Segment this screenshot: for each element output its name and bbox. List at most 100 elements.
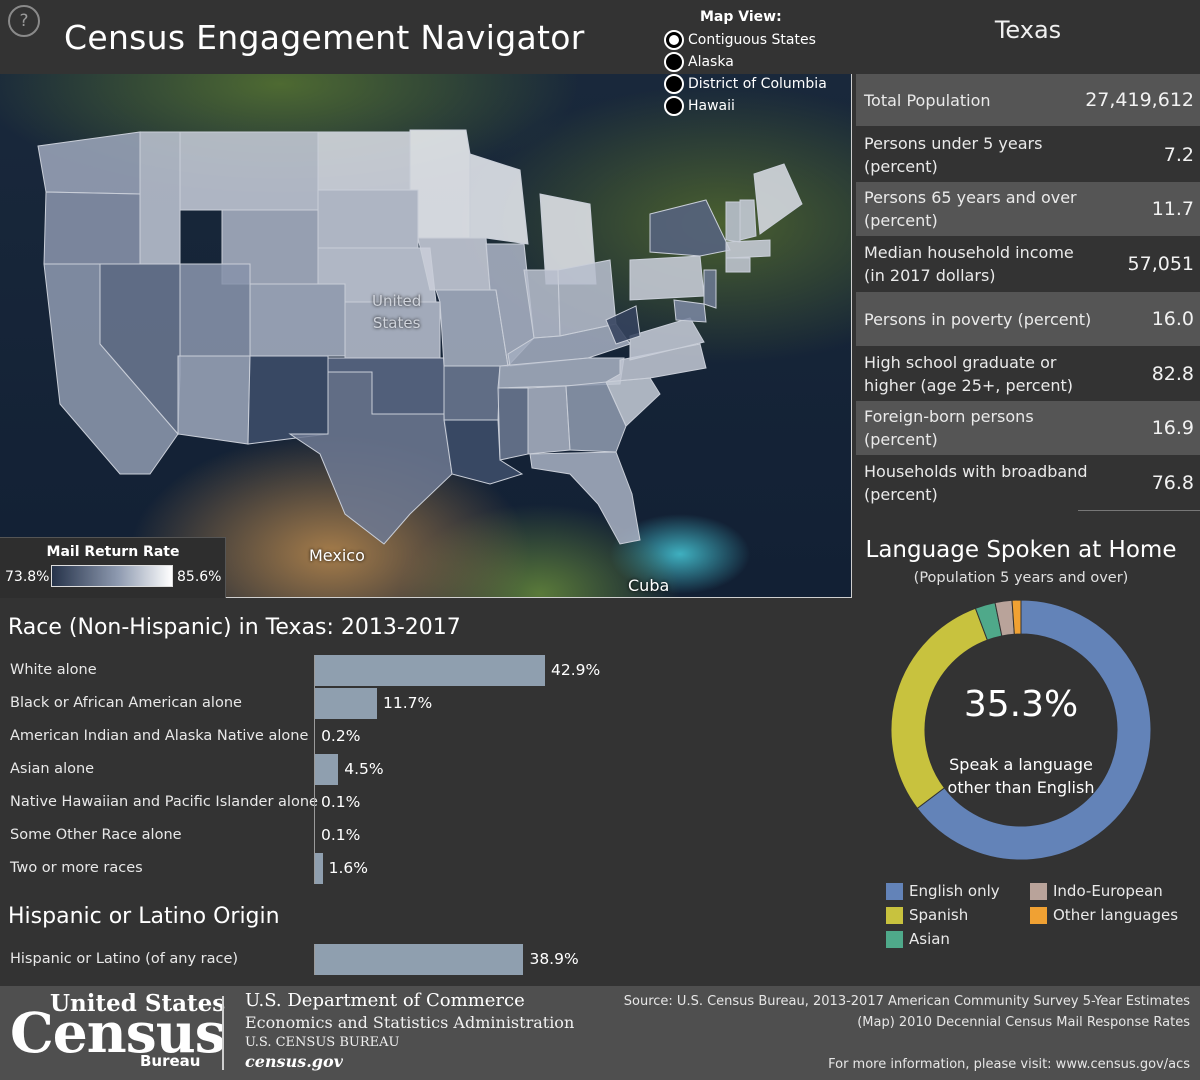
map-view-option-contiguous[interactable]: Contiguous States xyxy=(664,29,816,51)
stat-label: Total Population xyxy=(864,90,991,110)
bar-axis-line xyxy=(314,655,315,884)
legend-swatch xyxy=(886,930,903,948)
state-missouri xyxy=(435,289,509,367)
radio-selected-icon[interactable] xyxy=(664,30,684,50)
radio-icon[interactable] xyxy=(664,96,684,116)
stat-value: 82.8 xyxy=(1151,362,1194,385)
stat-row-foreign-born: Foreign-born persons (percent) 16.9 xyxy=(856,401,1200,455)
stat-label: Median household income (in 2017 dollars… xyxy=(864,243,1074,285)
legend-swatch xyxy=(1030,906,1047,924)
stat-row-65-over: Persons 65 years and over (percent) 11.7 xyxy=(856,182,1200,236)
state-arkansas xyxy=(443,365,501,421)
map-legend-min: 73.8% xyxy=(5,569,50,585)
state-vermont xyxy=(725,201,741,243)
legend-item-english[interactable]: English only xyxy=(886,882,1000,900)
source-line-acs: Source: U.S. Census Bureau, 2013-2017 Am… xyxy=(623,994,1190,1009)
state-iowa xyxy=(417,237,491,291)
bar[interactable] xyxy=(314,754,339,785)
page-title: Census Engagement Navigator xyxy=(64,18,585,57)
bar-category-label: Native Hawaiian and Pacific Islander alo… xyxy=(10,794,318,810)
bar-value-label: 4.5% xyxy=(344,760,384,778)
more-info-link[interactable]: For more information, please visit: www.… xyxy=(828,1057,1190,1072)
bar-category-label: Two or more races xyxy=(10,860,143,876)
bar-axis-line xyxy=(314,944,315,975)
bar-value-label: 11.7% xyxy=(383,694,433,712)
bar-category-label: Asian alone xyxy=(10,761,95,777)
bar-category-label: Black or African American alone xyxy=(10,695,242,711)
state-minnesota xyxy=(409,129,471,239)
bar[interactable] xyxy=(314,853,323,884)
stat-row-median-income: Median household income (in 2017 dollars… xyxy=(856,237,1200,291)
map-label-mexico: Mexico xyxy=(309,546,365,565)
census-logo-bureau: Bureau xyxy=(140,1052,201,1070)
dept-census-bureau: U.S. CENSUS BUREAU xyxy=(245,1035,400,1050)
state-maryland xyxy=(673,299,707,323)
map-legend-max: 85.6% xyxy=(177,569,222,585)
legend-swatch xyxy=(1030,882,1047,900)
state-montana xyxy=(179,131,319,211)
language-chart-title: Language Spoken at Home xyxy=(865,537,1177,563)
language-donut-chart[interactable] xyxy=(891,600,1151,860)
map-view-option-alaska[interactable]: Alaska xyxy=(664,51,734,73)
donut-center-caption: Speak a language other than English xyxy=(947,755,1095,797)
state-north-dakota xyxy=(317,131,411,191)
state-florida xyxy=(529,451,641,545)
state-oregon xyxy=(43,191,141,265)
state-utah xyxy=(179,263,251,357)
map-legend-title: Mail Return Rate xyxy=(46,544,180,560)
stat-label: Foreign-born persons (percent) xyxy=(864,407,1034,449)
legend-item-asian[interactable]: Asian xyxy=(886,930,950,948)
map-view-option-dc[interactable]: District of Columbia xyxy=(664,73,827,95)
bar-value-label: 0.1% xyxy=(321,826,361,844)
bar[interactable] xyxy=(314,944,524,975)
stat-label: Persons in poverty (percent) xyxy=(864,309,1092,329)
legend-item-indo-european[interactable]: Indo-European xyxy=(1030,882,1163,900)
state-maine xyxy=(753,163,803,235)
stat-value: 16.9 xyxy=(1151,417,1194,439)
stat-label: Persons under 5 years (percent) xyxy=(864,133,1043,176)
stat-value: 27,419,612 xyxy=(1085,89,1194,111)
radio-icon[interactable] xyxy=(664,74,684,94)
state-pennsylvania xyxy=(629,255,705,301)
bar-value-label: 42.9% xyxy=(551,661,601,679)
state-colorado xyxy=(249,283,346,357)
stat-row-under-5: Persons under 5 years (percent) 7.2 xyxy=(856,128,1200,181)
dept-commerce: U.S. Department of Commerce xyxy=(245,990,525,1011)
stat-value: 7.2 xyxy=(1163,143,1194,166)
map-legend-gradient xyxy=(51,565,173,587)
bar-value-label: 0.2% xyxy=(321,727,361,745)
stat-value: 11.7 xyxy=(1151,198,1194,220)
legend-item-spanish[interactable]: Spanish xyxy=(886,906,968,924)
bar[interactable] xyxy=(314,655,545,686)
bar[interactable] xyxy=(314,688,377,719)
bar-category-label: Hispanic or Latino (of any race) xyxy=(10,951,239,967)
state-arizona xyxy=(177,355,251,445)
stats-divider xyxy=(1078,510,1200,511)
state-wisconsin xyxy=(469,153,529,245)
map-label-cuba: Cuba xyxy=(628,576,670,595)
census-gov-link[interactable]: census.gov xyxy=(245,1052,343,1071)
state-south-dakota xyxy=(317,189,419,249)
help-icon[interactable]: ? xyxy=(8,5,40,37)
legend-swatch xyxy=(886,882,903,900)
states-map-svg[interactable] xyxy=(0,74,852,598)
stat-label: Persons 65 years and over (percent) xyxy=(864,188,1077,230)
map-view-option-hawaii[interactable]: Hawaii xyxy=(664,95,735,117)
stat-value: 16.0 xyxy=(1151,308,1194,330)
bar-category-label: American Indian and Alaska Native alone xyxy=(10,728,309,744)
state-washington xyxy=(37,131,141,195)
state-mississippi xyxy=(497,387,529,461)
hispanic-chart-title: Hispanic or Latino Origin xyxy=(8,904,280,929)
bar-category-label: Some Other Race alone xyxy=(10,827,182,843)
dept-esa: Economics and Statistics Administration xyxy=(245,1013,575,1032)
stat-row-high-school: High school graduate or higher (age 25+,… xyxy=(856,347,1200,400)
state-ohio xyxy=(557,259,617,337)
radio-icon[interactable] xyxy=(664,52,684,72)
map-view-title: Map View: xyxy=(700,9,782,25)
state-new-york xyxy=(649,199,731,257)
us-mail-return-map[interactable]: United States Mexico Cuba xyxy=(0,74,852,598)
legend-item-other-languages[interactable]: Other languages xyxy=(1030,906,1178,924)
stat-label: High school graduate or higher (age 25+,… xyxy=(864,352,1073,395)
state-new-jersey xyxy=(703,269,717,309)
state-connecticut xyxy=(725,257,751,273)
